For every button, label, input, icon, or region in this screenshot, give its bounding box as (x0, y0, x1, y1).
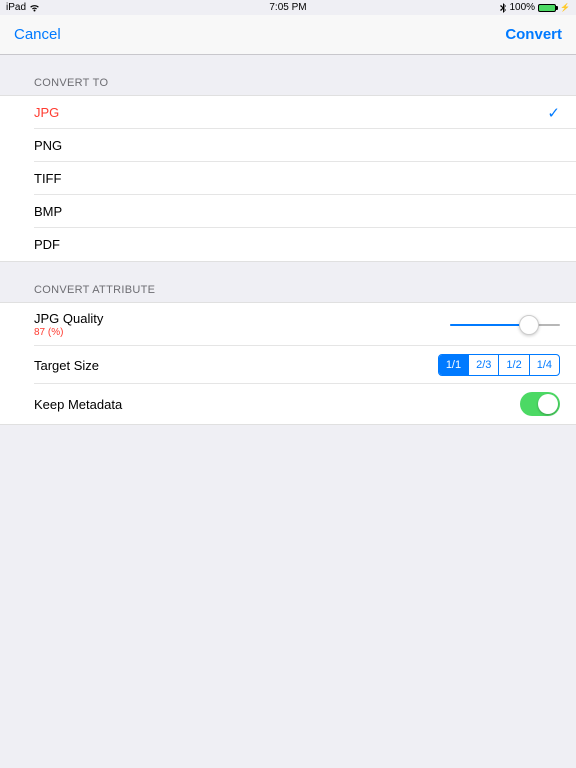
target-size-label: Target Size (34, 358, 99, 373)
device-label: iPad (6, 2, 26, 13)
format-option-png[interactable]: PNG (0, 129, 576, 162)
format-label: TIFF (34, 171, 61, 186)
format-option-jpg[interactable]: JPG ✓ (0, 96, 576, 129)
format-label: JPG (34, 105, 59, 120)
segment-1-2[interactable]: 1/2 (499, 355, 529, 375)
target-size-segmented[interactable]: 1/12/31/21/4 (438, 354, 560, 376)
clock: 7:05 PM (269, 2, 306, 13)
battery-percent: 100% (509, 2, 535, 13)
jpg-quality-row: JPG Quality 87 (%) (0, 303, 576, 346)
format-option-bmp[interactable]: BMP (0, 195, 576, 228)
format-list: JPG ✓ PNG TIFF BMP PDF (0, 95, 576, 262)
battery-icon: ⚡ (538, 3, 570, 12)
section-header-convert-to: CONVERT TO (0, 55, 576, 95)
wifi-icon (29, 4, 40, 12)
keep-metadata-row: Keep Metadata (0, 384, 576, 424)
format-option-tiff[interactable]: TIFF (0, 162, 576, 195)
segment-1-1[interactable]: 1/1 (439, 355, 469, 375)
format-option-pdf[interactable]: PDF (0, 228, 576, 261)
keep-metadata-label: Keep Metadata (34, 397, 122, 412)
target-size-row: Target Size 1/12/31/21/4 (0, 346, 576, 384)
keep-metadata-switch[interactable] (520, 392, 560, 416)
format-label: BMP (34, 204, 62, 219)
jpg-quality-slider[interactable] (450, 313, 560, 337)
checkmark-icon: ✓ (547, 104, 560, 122)
format-label: PDF (34, 237, 60, 252)
attribute-list: JPG Quality 87 (%) Target Size 1/12/31/2… (0, 302, 576, 425)
cancel-button[interactable]: Cancel (14, 26, 61, 43)
bluetooth-icon (500, 3, 506, 13)
jpg-quality-value: 87 (%) (34, 327, 103, 338)
nav-bar: Cancel Convert (0, 15, 576, 55)
status-bar: iPad 7:05 PM 100% ⚡ (0, 0, 576, 15)
section-header-convert-attribute: CONVERT ATTRIBUTE (0, 262, 576, 302)
segment-1-4[interactable]: 1/4 (530, 355, 559, 375)
segment-2-3[interactable]: 2/3 (469, 355, 499, 375)
format-label: PNG (34, 138, 62, 153)
jpg-quality-label: JPG Quality (34, 311, 103, 326)
convert-button[interactable]: Convert (505, 26, 562, 43)
